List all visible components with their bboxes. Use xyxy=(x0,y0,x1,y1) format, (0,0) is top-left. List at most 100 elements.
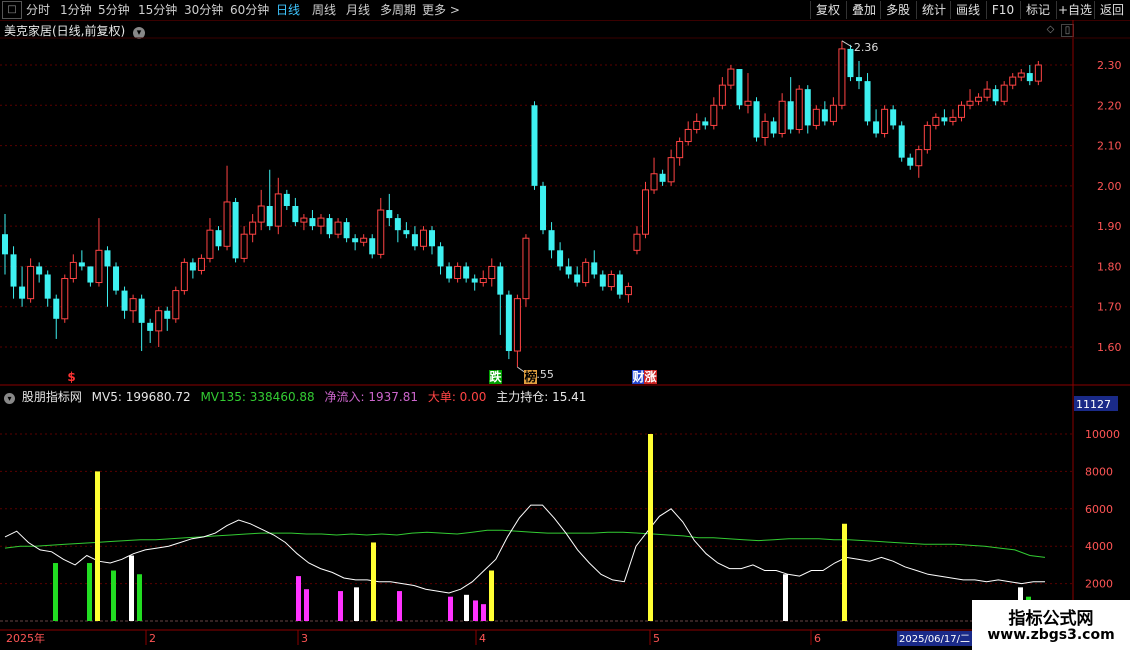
candle-body xyxy=(812,108,820,126)
candle-body xyxy=(684,128,692,143)
candle-body xyxy=(983,88,991,98)
candle-body xyxy=(419,229,427,247)
candle-body xyxy=(360,237,368,243)
candle-body xyxy=(761,120,769,139)
candle-body xyxy=(471,278,478,283)
indicator-tick-label: 2000 xyxy=(1085,578,1113,591)
candle-body xyxy=(61,278,69,320)
candle-body xyxy=(172,290,180,320)
candle-body xyxy=(607,273,615,288)
candle-body xyxy=(411,234,418,247)
candle-body xyxy=(1017,72,1025,78)
candle-body xyxy=(223,201,231,247)
candle-body xyxy=(923,124,931,151)
candle-body xyxy=(795,88,803,130)
candle-body xyxy=(531,105,538,186)
candle-body xyxy=(2,234,8,255)
candle-body xyxy=(642,189,649,235)
candle-body xyxy=(138,298,145,323)
kline-chart[interactable]: 2.302.202.102.001.901.801.701.602.361.55… xyxy=(0,0,1130,650)
marker-text: 榜 xyxy=(524,369,536,384)
indicator-tick-label: 10000 xyxy=(1085,428,1120,441)
candle-body xyxy=(829,104,837,122)
candle-body xyxy=(197,257,205,271)
candle-body xyxy=(1000,84,1008,102)
candle-body xyxy=(317,217,325,227)
candle-body xyxy=(446,266,453,279)
candle-body xyxy=(540,185,547,231)
watermark-line2: www.zbgs3.com xyxy=(987,627,1115,643)
candle-body xyxy=(27,265,35,300)
candle-body xyxy=(915,149,923,167)
candle-body xyxy=(557,250,564,267)
candle-body xyxy=(667,157,675,183)
price-tick-label: 2.30 xyxy=(1097,59,1122,72)
candle-body xyxy=(352,238,359,243)
candle-body xyxy=(778,100,786,134)
candle-body xyxy=(941,117,948,122)
candle-body xyxy=(326,218,333,235)
candle-body xyxy=(702,121,709,126)
indicator-bar xyxy=(464,594,469,621)
candle-body xyxy=(727,68,735,86)
current-date-text: 2025/06/17/二 xyxy=(899,634,970,645)
candle-body xyxy=(488,265,496,280)
candle-body xyxy=(10,254,17,287)
indicator-bar xyxy=(489,570,494,621)
candle-body xyxy=(44,274,51,299)
candle-body xyxy=(753,101,760,138)
candle-body xyxy=(744,100,752,106)
candle-body xyxy=(437,246,444,267)
candle-body xyxy=(274,193,282,227)
high-pointer xyxy=(841,40,853,48)
candle-body xyxy=(736,69,743,106)
candle-body xyxy=(283,193,290,206)
candle-body xyxy=(770,121,777,134)
candle-body xyxy=(147,322,154,331)
month-label: 3 xyxy=(301,632,308,645)
watermark-logo: 指标公式网 www.zbgs3.com xyxy=(972,600,1130,650)
current-value-text: 11127 xyxy=(1076,398,1111,411)
candle-body xyxy=(907,157,914,166)
candle-body xyxy=(693,120,701,130)
mv135-line xyxy=(4,529,1046,558)
indicator-bar xyxy=(473,600,478,621)
price-tick-label: 2.10 xyxy=(1097,140,1122,153)
indicator-bar xyxy=(648,434,653,621)
candle-body xyxy=(463,266,470,279)
indicator-bar xyxy=(129,555,134,621)
candle-body xyxy=(497,266,504,295)
candle-body xyxy=(113,266,120,291)
month-label: 5 xyxy=(653,632,660,645)
candle-body xyxy=(87,266,94,283)
indicator-bar xyxy=(783,574,788,621)
year-label: 2025年 xyxy=(6,631,45,645)
candle-body xyxy=(864,81,871,122)
candle-body xyxy=(189,262,196,271)
candle-body xyxy=(454,265,462,280)
candle-body xyxy=(36,266,43,275)
candle-body xyxy=(565,266,572,275)
candle-body xyxy=(19,286,26,299)
price-tick-label: 1.70 xyxy=(1097,301,1122,314)
candle-body xyxy=(121,290,128,311)
price-tick-label: 1.90 xyxy=(1097,220,1122,233)
candle-body xyxy=(966,100,974,106)
candle-body xyxy=(650,173,658,191)
candle-body xyxy=(257,205,265,223)
candle-body xyxy=(856,77,862,82)
candle-body xyxy=(898,125,905,158)
candle-body xyxy=(949,116,957,122)
candle-body xyxy=(881,108,889,134)
candle-body xyxy=(386,210,393,219)
candle-body xyxy=(394,218,401,231)
indicator-bar xyxy=(304,589,309,621)
candle-body xyxy=(479,278,487,284)
indicator-tick-label: 6000 xyxy=(1085,503,1113,516)
candle-body xyxy=(232,201,239,259)
candle-body xyxy=(548,230,555,251)
candle-body xyxy=(266,206,273,227)
candle-body xyxy=(873,121,880,134)
candle-body xyxy=(343,222,350,239)
high-price-label: 2.36 xyxy=(854,41,879,54)
